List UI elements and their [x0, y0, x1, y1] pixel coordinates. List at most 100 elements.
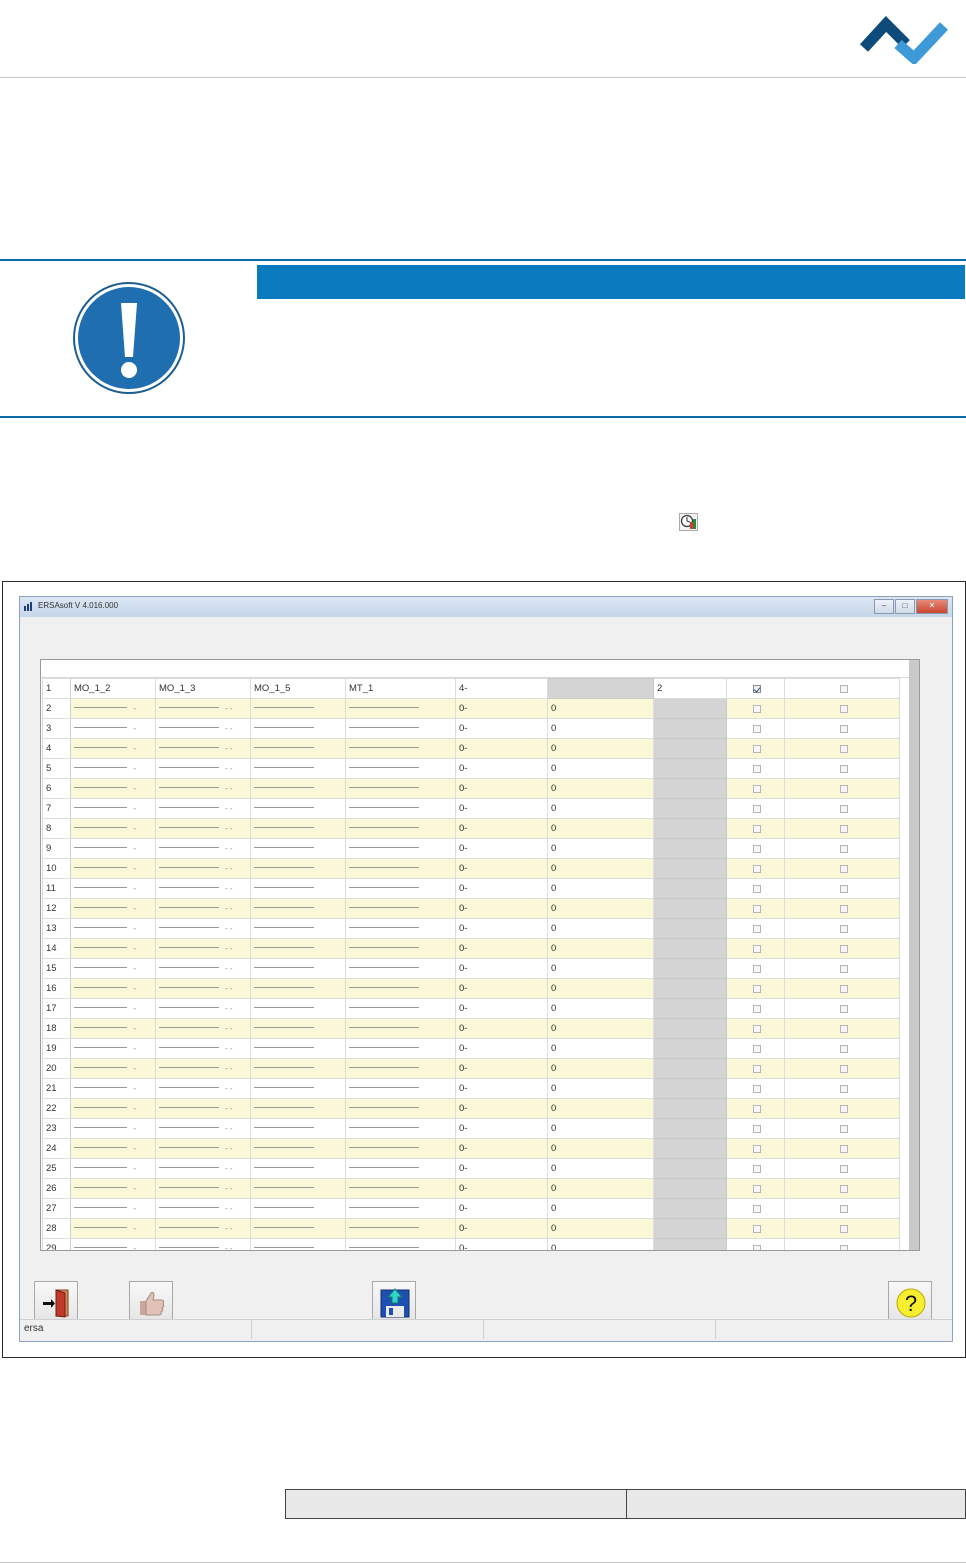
- grid-cell[interactable]: 0: [547, 898, 654, 919]
- checkbox-cell[interactable]: [726, 1098, 785, 1119]
- checkbox[interactable]: [753, 1064, 761, 1073]
- grid-cell[interactable]: 0: [547, 1178, 654, 1199]
- grid-cell[interactable]: 0-: [455, 938, 548, 959]
- grid-cell[interactable]: 0: [547, 818, 654, 839]
- empty-cell[interactable]: -: [70, 758, 156, 779]
- checkbox-cell[interactable]: [784, 1118, 900, 1139]
- checkbox-cell[interactable]: [726, 718, 785, 739]
- checkbox[interactable]: [839, 1144, 848, 1153]
- checkbox-cell[interactable]: [784, 678, 900, 699]
- empty-cell[interactable]: [345, 858, 456, 879]
- checkbox-cell[interactable]: [726, 778, 785, 799]
- empty-cell[interactable]: [345, 1118, 456, 1139]
- checkbox-cell[interactable]: [784, 1158, 900, 1179]
- empty-cell[interactable]: [345, 1058, 456, 1079]
- checkbox-cell[interactable]: [726, 1158, 785, 1179]
- empty-cell[interactable]: [345, 1138, 456, 1159]
- checkbox[interactable]: [753, 904, 761, 913]
- empty-cell[interactable]: -: [70, 878, 156, 899]
- checkbox[interactable]: [753, 724, 761, 733]
- checkbox-cell[interactable]: [784, 878, 900, 899]
- empty-cell[interactable]: [250, 1118, 346, 1139]
- empty-cell[interactable]: - -: [155, 1118, 251, 1139]
- checkbox[interactable]: [839, 984, 848, 993]
- empty-cell[interactable]: - -: [155, 1018, 251, 1039]
- empty-cell[interactable]: [345, 718, 456, 739]
- grid-cell[interactable]: 0-: [455, 1038, 548, 1059]
- checkbox-cell[interactable]: [726, 1018, 785, 1039]
- checkbox-cell[interactable]: [784, 1078, 900, 1099]
- checkbox-cell[interactable]: [784, 978, 900, 999]
- grid-cell[interactable]: 0: [547, 1218, 654, 1239]
- grid-cell[interactable]: 0-: [455, 778, 548, 799]
- empty-cell[interactable]: [250, 1158, 346, 1179]
- checkbox[interactable]: [753, 764, 761, 773]
- grid-cell[interactable]: 0: [547, 958, 654, 979]
- checkbox[interactable]: [839, 844, 848, 853]
- checkbox[interactable]: [839, 904, 848, 913]
- empty-cell[interactable]: - -: [155, 1038, 251, 1059]
- grid-cell[interactable]: [547, 678, 654, 699]
- grid-cell[interactable]: 0-: [455, 1238, 548, 1250]
- empty-cell[interactable]: [250, 818, 346, 839]
- grid-cell[interactable]: 0-: [455, 1178, 548, 1199]
- empty-cell[interactable]: - -: [155, 1098, 251, 1119]
- grid-cell[interactable]: 0: [547, 1078, 654, 1099]
- empty-cell[interactable]: [345, 938, 456, 959]
- grid-cell[interactable]: MT_1: [345, 678, 456, 699]
- grid-cell[interactable]: 0-: [455, 918, 548, 939]
- title-bar[interactable]: ERSAsoft V 4.016.000 ‒ □ ✕: [20, 597, 952, 617]
- empty-cell[interactable]: -: [70, 1098, 156, 1119]
- checkbox[interactable]: [839, 784, 848, 793]
- grid-cell[interactable]: 0-: [455, 838, 548, 859]
- checkbox-cell[interactable]: [784, 1178, 900, 1199]
- empty-cell[interactable]: -: [70, 1078, 156, 1099]
- empty-cell[interactable]: [345, 738, 456, 759]
- grid-cell[interactable]: 0: [547, 878, 654, 899]
- grid-cell[interactable]: 0: [547, 798, 654, 819]
- checkbox-cell[interactable]: [726, 1138, 785, 1159]
- vertical-scrollbar[interactable]: [909, 660, 919, 1250]
- empty-cell[interactable]: [345, 918, 456, 939]
- empty-cell[interactable]: [250, 958, 346, 979]
- checkbox[interactable]: [753, 1184, 761, 1193]
- checkbox-cell[interactable]: [726, 1118, 785, 1139]
- checkbox[interactable]: [839, 964, 848, 973]
- empty-cell[interactable]: - -: [155, 918, 251, 939]
- checkbox-cell[interactable]: [784, 778, 900, 799]
- empty-cell[interactable]: [250, 978, 346, 999]
- empty-cell[interactable]: - -: [155, 898, 251, 919]
- grid-cell[interactable]: 0: [547, 1198, 654, 1219]
- empty-cell[interactable]: -: [70, 1118, 156, 1139]
- data-grid[interactable]: 1 MO_1_2 MO_1_3 MO_1_5 MT_1 4- 2 2- - -0- 0 3- - -0…: [40, 659, 920, 1251]
- empty-cell[interactable]: [250, 1178, 346, 1199]
- empty-cell[interactable]: -: [70, 798, 156, 819]
- empty-cell[interactable]: - -: [155, 1078, 251, 1099]
- empty-cell[interactable]: [345, 1018, 456, 1039]
- grid-cell[interactable]: 0-: [455, 1118, 548, 1139]
- empty-cell[interactable]: -: [70, 698, 156, 719]
- empty-cell[interactable]: [345, 1198, 456, 1219]
- empty-cell[interactable]: [250, 1218, 346, 1239]
- grid-cell[interactable]: 0: [547, 1058, 654, 1079]
- empty-cell[interactable]: [345, 798, 456, 819]
- grid-cell[interactable]: 0-: [455, 798, 548, 819]
- grid-cell[interactable]: 0-: [455, 1218, 548, 1239]
- empty-cell[interactable]: [250, 698, 346, 719]
- checkbox-cell[interactable]: [726, 918, 785, 939]
- checkbox-cell[interactable]: [726, 1038, 785, 1059]
- empty-cell[interactable]: -: [70, 1038, 156, 1059]
- checkbox[interactable]: [753, 884, 761, 893]
- grid-cell[interactable]: MO_1_3: [155, 678, 251, 699]
- grid-cell[interactable]: 0-: [455, 1098, 548, 1119]
- empty-cell[interactable]: [345, 758, 456, 779]
- empty-cell[interactable]: -: [70, 778, 156, 799]
- empty-cell[interactable]: [345, 838, 456, 859]
- empty-cell[interactable]: [250, 938, 346, 959]
- empty-cell[interactable]: - -: [155, 978, 251, 999]
- checkbox-cell[interactable]: [784, 1038, 900, 1059]
- empty-cell[interactable]: -: [70, 818, 156, 839]
- empty-cell[interactable]: - -: [155, 1058, 251, 1079]
- checkbox-cell[interactable]: [726, 1078, 785, 1099]
- empty-cell[interactable]: [345, 1078, 456, 1099]
